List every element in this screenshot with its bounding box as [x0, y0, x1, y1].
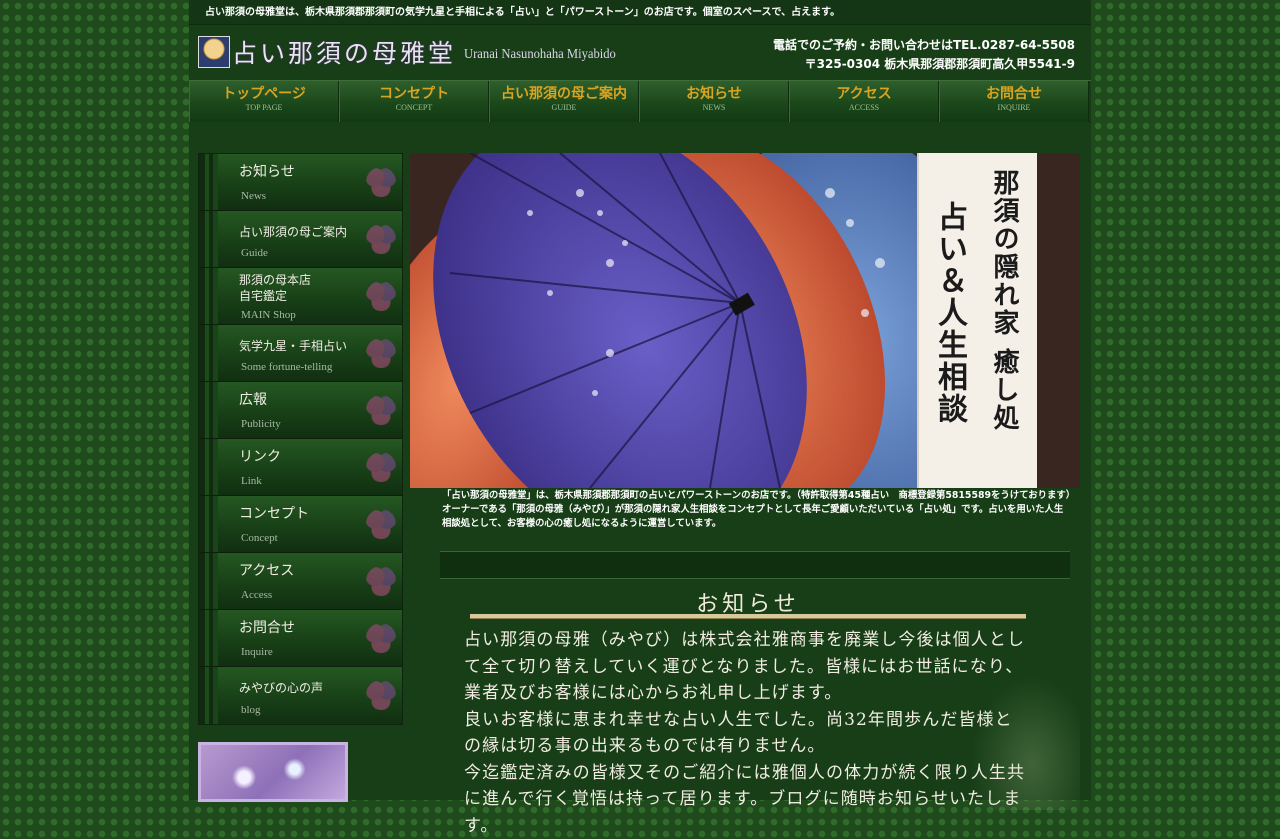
flower-icon — [366, 395, 396, 425]
sidebar-item-label: コンセプト — [239, 506, 309, 522]
sidebar-item-access[interactable]: アクセス Access — [199, 553, 402, 610]
flower-icon — [366, 566, 396, 596]
sidebar-item-label: みやびの心の声 — [239, 681, 324, 695]
sidebar-item-label: 占い那須の母ご案内 — [239, 225, 348, 239]
flower-icon — [366, 680, 396, 710]
sidebar-banner-image[interactable] — [198, 742, 348, 802]
flower-icon — [366, 338, 396, 368]
nav-sublabel: INQUIRE — [997, 103, 1031, 112]
contact-address: 〒325-0304 栃木県那須郡那須町高久甲5541-9 — [804, 57, 1075, 71]
sidebar-item-label: お問合せ — [239, 620, 295, 636]
news-divider-bar — [440, 551, 1070, 579]
nav-sublabel: GUIDE — [551, 103, 577, 112]
nav-label: アクセス — [836, 86, 892, 102]
sidebar-item-sublabel: blog — [241, 704, 261, 716]
sidebar-item-blog[interactable]: みやびの心の声 blog — [199, 667, 402, 724]
main-nav: トップページ TOP PAGE コンセプト CONCEPT 占い那須の母ご案内 … — [189, 80, 1091, 122]
sidebar-item-label: 気学九星・手相占い — [239, 339, 348, 353]
flower-icon — [366, 452, 396, 482]
sidebar-item-label: リンク — [239, 449, 281, 465]
sidebar-item-news[interactable]: お知らせ News — [199, 154, 402, 211]
nav-label: トップページ — [222, 86, 306, 102]
sign-text-left: 占い＆人生相談 — [932, 201, 967, 425]
nav-sublabel: CONCEPT — [395, 103, 433, 112]
sidebar-item-concept[interactable]: コンセプト Concept — [199, 496, 402, 553]
nav-access[interactable]: アクセス ACCESS — [789, 81, 939, 122]
news-body: 占い那須の母雅（みやび）は株式会社雅商事を廃業し今後は個人として全て切り替えして… — [464, 630, 1026, 836]
sidebar-item-sublabel: News — [241, 190, 267, 202]
nav-sublabel: NEWS — [702, 103, 726, 112]
flower-icon — [366, 281, 396, 311]
nav-label: コンセプト — [379, 86, 449, 102]
sidebar-item-sublabel: Access — [241, 589, 273, 601]
sidebar-item-label: 広報 — [239, 392, 267, 408]
nav-top-page[interactable]: トップページ TOP PAGE — [189, 81, 339, 122]
nav-concept[interactable]: コンセプト CONCEPT — [339, 81, 489, 122]
nav-inquire[interactable]: お問合せ INQUIRE — [939, 81, 1089, 122]
flower-icon — [366, 224, 396, 254]
nav-sublabel: ACCESS — [848, 103, 880, 112]
sidebar-item-sublabel: Some fortune-telling — [241, 361, 333, 373]
sidebar-item-sublabel: Guide — [241, 247, 268, 259]
sidebar-item-main-shop[interactable]: 那須の母本店 自宅鑑定 MAIN Shop — [199, 268, 402, 325]
sidebar-item-sublabel: Publicity — [241, 418, 281, 430]
nav-label: 占い那須の母ご案内 — [501, 86, 627, 102]
avatar — [198, 36, 230, 68]
sidebar: お知らせ News 占い那須の母ご案内 Guide 那須の母本店 自宅鑑定 MA… — [198, 153, 403, 802]
nav-sublabel: TOP PAGE — [245, 103, 283, 112]
nav-guide[interactable]: 占い那須の母ご案内 GUIDE — [489, 81, 639, 122]
logo-title: 占い那須の母雅堂 — [232, 39, 457, 68]
intro-text: 「占い那須の母雅堂」は、栃木県那須郡那須町の占いとパワーストーンのお店です。（特… — [442, 490, 1071, 529]
news-heading-rule — [470, 614, 1026, 619]
hero-image: 那須の隠れ家 癒し処 占い＆人生相談 — [410, 153, 1080, 488]
sidebar-menu: お知らせ News 占い那須の母ご案内 Guide 那須の母本店 自宅鑑定 MA… — [198, 153, 403, 725]
nav-news[interactable]: お知らせ NEWS — [639, 81, 789, 122]
sidebar-item-label: お知らせ — [239, 164, 295, 180]
decorative-glow — [960, 660, 1080, 810]
sidebar-item-link[interactable]: リンク Link — [199, 439, 402, 496]
logo-subtitle: Uranai Nasunohaha Miyabido — [464, 47, 616, 62]
nav-label: お知らせ — [686, 86, 742, 102]
flower-icon — [366, 167, 396, 197]
flower-icon — [366, 509, 396, 539]
top-description: 占い那須の母雅堂は、栃木県那須郡那須町の気学九星と手相による「占い」と「パワース… — [189, 0, 1091, 25]
sidebar-item-sublabel: Concept — [241, 532, 278, 544]
flower-icon — [366, 623, 396, 653]
sidebar-item-sublabel: Inquire — [241, 646, 273, 658]
sidebar-item-guide[interactable]: 占い那須の母ご案内 Guide — [199, 211, 402, 268]
sidebar-item-publicity[interactable]: 広報 Publicity — [199, 382, 402, 439]
sign-text-right: 那須の隠れ家 癒し処 — [989, 169, 1019, 433]
site-logo[interactable]: 占い那須の母雅堂 Uranai Nasunohaha Miyabido — [198, 34, 633, 70]
sidebar-item-label: 那須の母本店 自宅鑑定 — [239, 273, 312, 303]
sidebar-item-sublabel: MAIN Shop — [241, 309, 296, 321]
nav-label: お問合せ — [986, 86, 1042, 102]
sidebar-item-inquire[interactable]: お問合せ Inquire — [199, 610, 402, 667]
sidebar-item-fortune-telling[interactable]: 気学九星・手相占い Some fortune-telling — [199, 325, 402, 382]
sidebar-item-sublabel: Link — [241, 475, 262, 487]
sidebar-item-label: アクセス — [239, 563, 295, 579]
contact-phone: 電話でのご予約・お問い合わせはTEL.0287-64-5508 — [772, 38, 1075, 52]
contact-info: 電話でのご予約・お問い合わせはTEL.0287-64-5508 〒325-030… — [773, 36, 1075, 74]
header: 占い那須の母雅堂 Uranai Nasunohaha Miyabido 電話での… — [189, 25, 1091, 80]
page-container: 占い那須の母雅堂は、栃木県那須郡那須町の気学九星と手相による「占い」と「パワース… — [189, 0, 1091, 836]
hero-sign: 那須の隠れ家 癒し処 占い＆人生相談 — [917, 153, 1037, 488]
